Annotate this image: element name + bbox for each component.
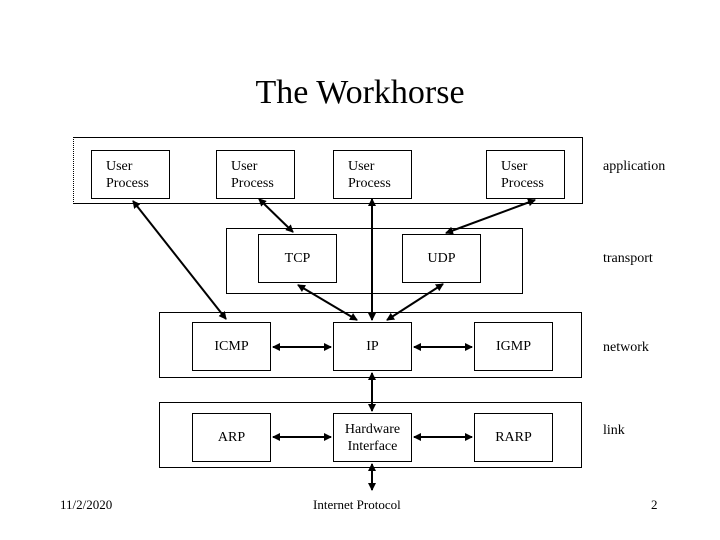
connector-arrows bbox=[132, 198, 536, 491]
arrow-process1-icmp bbox=[132, 200, 227, 320]
arrow-process2-tcp bbox=[258, 198, 294, 233]
arrow-tcp-ip bbox=[297, 284, 358, 321]
arrow-udp-ip bbox=[386, 283, 444, 321]
arrow-process4-udp bbox=[445, 198, 536, 235]
